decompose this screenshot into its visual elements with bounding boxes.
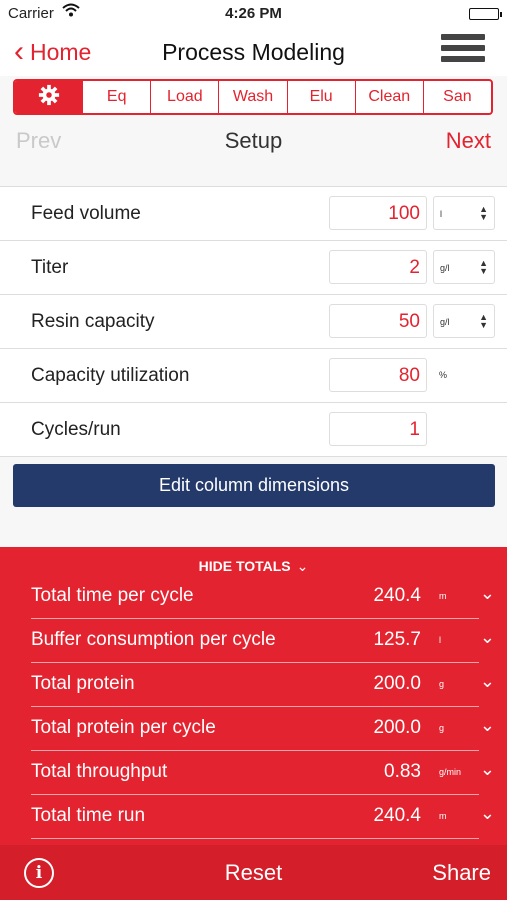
- cycles-run-label: Cycles/run: [31, 419, 121, 440]
- total-time-run-row: Total time run 240.4 m ⌄: [31, 795, 495, 839]
- chevron-left-icon: ‹: [14, 35, 24, 68]
- unit-label: g/l: [440, 263, 450, 273]
- feed-volume-unit-select[interactable]: l ▲ ▼: [433, 196, 495, 230]
- chevron-down-icon[interactable]: ⌄: [480, 715, 495, 736]
- resin-capacity-label: Resin capacity: [31, 311, 155, 332]
- cycles-run-input[interactable]: 1: [329, 412, 427, 446]
- back-button[interactable]: ‹ Home: [14, 37, 91, 67]
- total-unit: m: [439, 811, 447, 821]
- reset-button[interactable]: Reset: [225, 860, 282, 885]
- battery-icon: [469, 8, 502, 20]
- total-label: Total protein: [31, 673, 135, 694]
- buffer-consumption-row: Buffer consumption per cycle 125.7 l ⌄: [31, 619, 495, 663]
- chevron-down-icon[interactable]: ⌄: [480, 759, 495, 780]
- total-unit: g: [439, 679, 445, 689]
- total-label: Total time per cycle: [31, 585, 194, 606]
- chevron-down-icon[interactable]: ⌄: [480, 583, 495, 604]
- capacity-utilization-input[interactable]: 80: [329, 358, 427, 392]
- stepper-arrows-icon: ▲ ▼: [479, 312, 488, 330]
- prev-button[interactable]: Prev: [16, 128, 61, 154]
- resin-capacity-input[interactable]: 50: [329, 304, 427, 338]
- tab-san[interactable]: San: [422, 81, 491, 113]
- total-protein-row: Total protein 200.0 g ⌄: [31, 663, 495, 707]
- step-segmented-control: Eq Load Wash Elu Clean San: [13, 79, 493, 115]
- tab-elu[interactable]: Elu: [286, 81, 355, 113]
- total-value: 0.83: [384, 761, 421, 782]
- hide-totals-toggle[interactable]: HIDE TOTALS ⌄: [0, 558, 507, 575]
- chevron-down-icon: ⌄: [296, 558, 309, 574]
- titer-input[interactable]: 2: [329, 250, 427, 284]
- total-label: Total throughput: [31, 761, 168, 782]
- bottom-toolbar: i Reset Share: [0, 845, 507, 900]
- total-unit: l: [439, 635, 441, 645]
- info-icon[interactable]: i: [24, 858, 54, 888]
- back-label: Home: [30, 38, 92, 65]
- unit-label: g/l: [440, 317, 450, 327]
- total-throughput-row: Total throughput 0.83 g/min ⌄: [31, 751, 495, 795]
- totals-panel: HIDE TOTALS ⌄ Total time per cycle 240.4 …: [0, 547, 507, 845]
- gear-icon: [38, 84, 60, 111]
- capacity-utilization-row: Capacity utilization 80 %: [0, 349, 507, 403]
- unit-label: l: [440, 209, 442, 219]
- total-label: Total protein per cycle: [31, 717, 216, 738]
- chevron-down-icon[interactable]: ⌄: [480, 627, 495, 648]
- status-bar: Carrier 4:26 PM: [0, 0, 507, 28]
- total-unit: g/min: [439, 767, 462, 777]
- total-label: Buffer consumption per cycle: [31, 629, 276, 650]
- step-pager: Prev Setup Next: [0, 124, 507, 158]
- total-protein-per-cycle-row: Total protein per cycle 200.0 g ⌄: [31, 707, 495, 751]
- tab-eq[interactable]: Eq: [82, 81, 150, 113]
- clock: 4:26 PM: [225, 5, 282, 22]
- titer-label: Titer: [31, 257, 69, 278]
- resin-capacity-row: Resin capacity 50 g/l ▲ ▼: [0, 295, 507, 349]
- feed-volume-row: Feed volume 100 l ▲ ▼: [0, 187, 507, 241]
- titer-row: Titer 2 g/l ▲ ▼: [0, 241, 507, 295]
- total-unit: m: [439, 591, 447, 601]
- total-value: 125.7: [373, 629, 421, 650]
- step-title: Setup: [224, 128, 283, 153]
- stepper-arrows-icon: ▲ ▼: [479, 258, 488, 276]
- stepper-arrows-icon: ▲ ▼: [479, 204, 488, 222]
- next-button[interactable]: Next: [446, 128, 491, 154]
- total-value: 240.4: [373, 805, 421, 826]
- share-button[interactable]: Share: [432, 860, 491, 886]
- resin-capacity-unit-select[interactable]: g/l ▲ ▼: [433, 304, 495, 338]
- total-time-per-cycle-row: Total time per cycle 240.4 m ⌄: [31, 575, 495, 619]
- total-value: 240.4: [373, 585, 421, 606]
- capacity-utilization-label: Capacity utilization: [31, 365, 190, 386]
- edit-column-dimensions-button[interactable]: Edit column dimensions: [13, 464, 495, 507]
- feed-volume-label: Feed volume: [31, 203, 141, 224]
- total-value: 200.0: [373, 673, 421, 694]
- feed-volume-input[interactable]: 100: [329, 196, 427, 230]
- setup-form: Feed volume 100 l ▲ ▼ Titer 2 g/l ▲ ▼ Resi…: [0, 186, 507, 457]
- tab-clean[interactable]: Clean: [354, 81, 423, 113]
- nav-bar: ‹ Home Process Modeling: [0, 28, 507, 76]
- tab-setup[interactable]: [15, 81, 83, 113]
- tab-load[interactable]: Load: [150, 81, 218, 113]
- total-value: 200.0: [373, 717, 421, 738]
- chevron-down-icon[interactable]: ⌄: [480, 671, 495, 692]
- hide-totals-label: HIDE TOTALS: [198, 558, 291, 574]
- capacity-utilization-unit: %: [439, 370, 448, 380]
- hamburger-menu-icon[interactable]: [441, 34, 485, 70]
- chevron-down-icon[interactable]: ⌄: [480, 803, 495, 824]
- tab-wash[interactable]: Wash: [218, 81, 286, 113]
- cycles-run-row: Cycles/run 1: [0, 403, 507, 457]
- total-label: Total time run: [31, 805, 146, 826]
- total-unit: g: [439, 723, 445, 733]
- titer-unit-select[interactable]: g/l ▲ ▼: [433, 250, 495, 284]
